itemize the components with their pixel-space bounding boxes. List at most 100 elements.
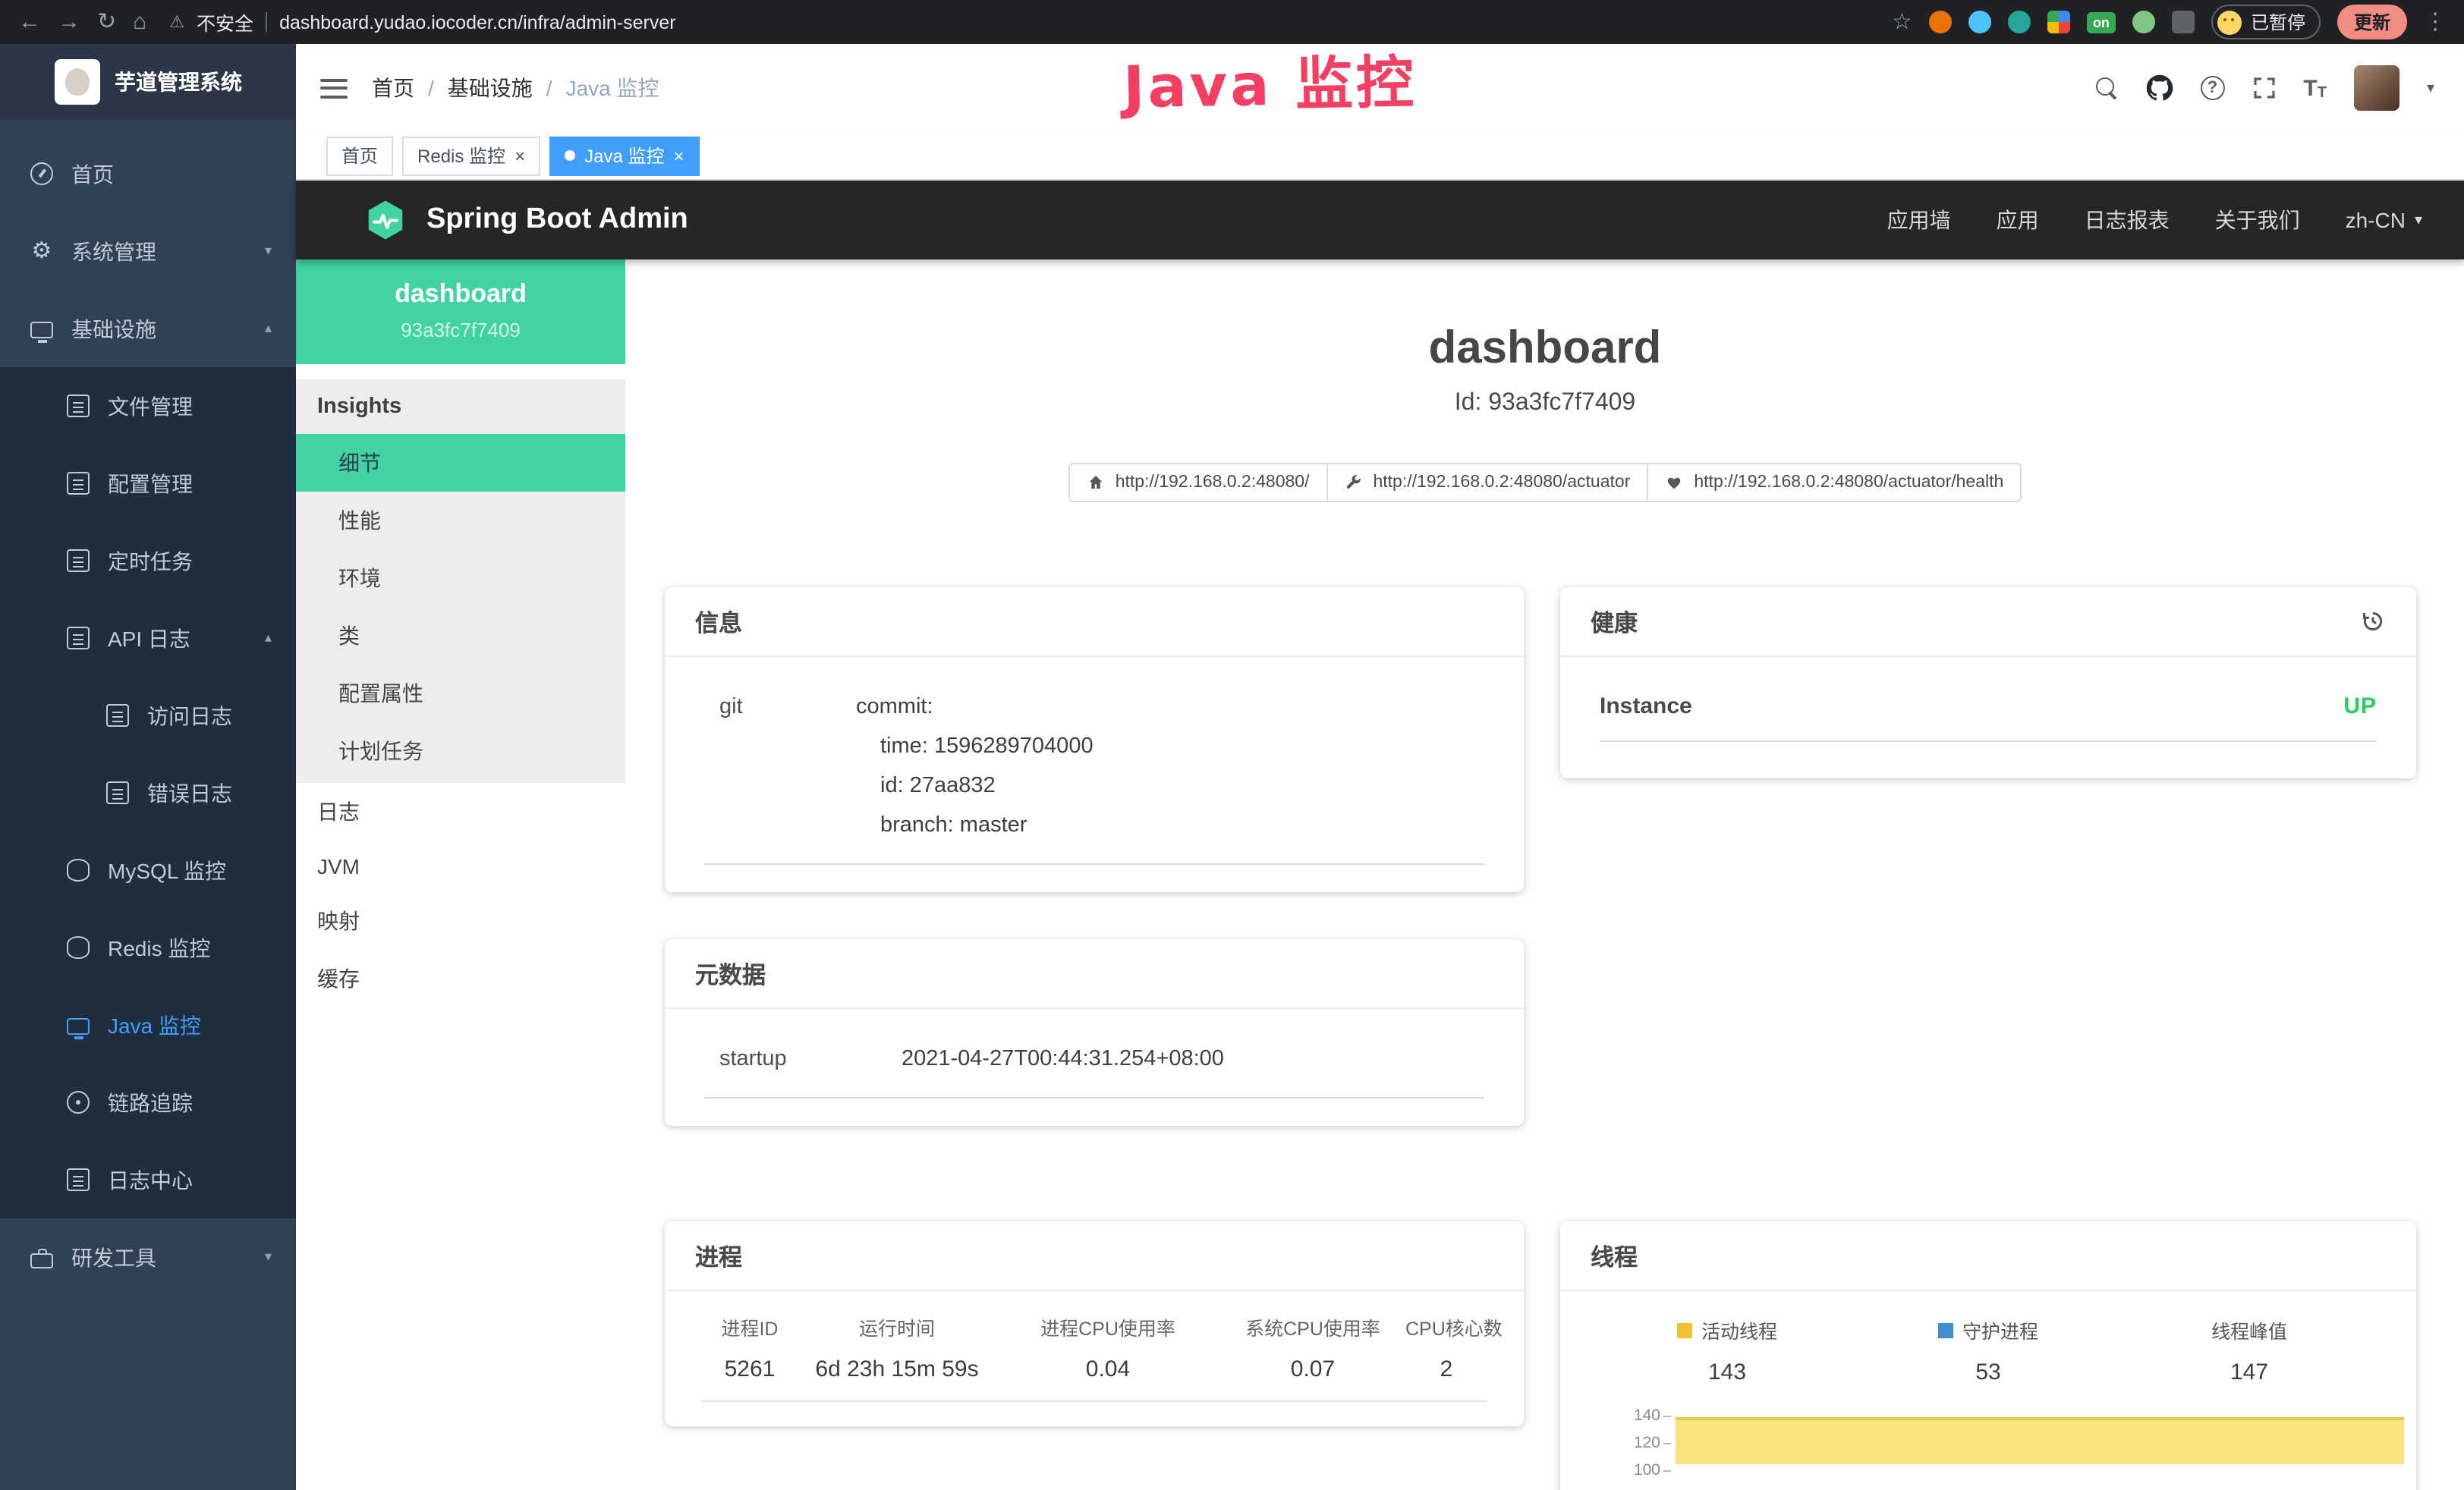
update-button[interactable]: 更新 xyxy=(2337,5,2407,39)
info-value: commit: time: 1596289704000 id: 27aa832 … xyxy=(856,687,1094,845)
tab-redis[interactable]: Redis 监控 × xyxy=(402,136,540,175)
breadcrumb-item[interactable]: 基础设施 xyxy=(448,73,533,103)
extension-icon[interactable] xyxy=(1968,11,1991,33)
close-icon[interactable]: × xyxy=(673,146,684,165)
link-actuator[interactable]: http://192.168.0.2:48080/actuator xyxy=(1326,463,1648,502)
extension-icon[interactable] xyxy=(2008,11,2031,33)
menu-item-file[interactable]: 文件管理 xyxy=(0,367,296,445)
legend-label: 活动线程 xyxy=(1701,1316,1777,1344)
sidebar-item-classes[interactable]: 类 xyxy=(296,607,625,665)
git-id-line: id: 27aa832 xyxy=(856,766,1094,806)
app-logo-row[interactable]: 芋道管理系统 xyxy=(0,44,296,120)
sidebar-item-environment[interactable]: 环境 xyxy=(296,549,625,607)
browser-chrome: ← → ↻ ⌂ ⚠ 不安全 dashboard.yudao.iocoder.cn… xyxy=(0,0,2464,44)
card-body: Instance UP xyxy=(1560,657,2416,778)
sidebar-item-logging[interactable]: 日志 xyxy=(296,783,625,841)
menu-item-access-log[interactable]: 访问日志 xyxy=(0,677,296,754)
menu-item-job[interactable]: 定时任务 xyxy=(0,522,296,599)
back-icon[interactable]: ← xyxy=(18,11,41,33)
sba-brand[interactable]: Spring Boot Admin xyxy=(426,203,688,237)
extension-icon[interactable] xyxy=(1929,11,1952,33)
nav-about[interactable]: 关于我们 xyxy=(2215,205,2300,235)
home-icon[interactable]: ⌂ xyxy=(133,11,146,33)
menu-item-system[interactable]: ⚙ 系统管理 ▾ xyxy=(0,212,296,290)
link-health[interactable]: http://192.168.0.2:48080/actuator/health xyxy=(1647,463,2022,502)
health-label: Instance xyxy=(1600,693,1692,719)
help-icon[interactable]: ? xyxy=(2200,76,2224,100)
github-icon[interactable] xyxy=(2145,74,2173,102)
search-icon[interactable] xyxy=(2095,77,2118,99)
tags-view: 首页 Redis 监控 × Java 监控 × xyxy=(296,132,2464,181)
extension-icon[interactable] xyxy=(2047,11,2070,33)
sba-logo-icon[interactable] xyxy=(363,197,408,243)
tab-home[interactable]: 首页 xyxy=(326,136,393,175)
menu-item-trace[interactable]: 链路追踪 xyxy=(0,1064,296,1141)
document-icon xyxy=(67,395,90,417)
info-key: git xyxy=(704,687,856,845)
avatar[interactable] xyxy=(2354,65,2399,111)
nav-wallboard[interactable]: 应用墙 xyxy=(1887,205,1951,235)
menu-item-api-log[interactable]: API 日志 ▴ xyxy=(0,599,296,677)
browser-menu-icon[interactable]: ⋮ xyxy=(2424,11,2447,33)
forward-icon[interactable]: → xyxy=(58,11,80,33)
extensions-puzzle-icon[interactable] xyxy=(2172,11,2195,33)
menu-item-error-log[interactable]: 错误日志 xyxy=(0,754,296,831)
document-icon xyxy=(67,1168,90,1191)
url-text[interactable]: dashboard.yudao.iocoder.cn/infra/admin-s… xyxy=(279,11,676,33)
security-label[interactable]: 不安全 xyxy=(197,8,253,36)
menu-item-mysql[interactable]: MySQL 监控 xyxy=(0,831,296,909)
instance-header[interactable]: dashboard 93a3fc7f7409 xyxy=(296,259,625,364)
document-icon xyxy=(67,549,90,572)
extension-icon[interactable] xyxy=(2132,11,2155,33)
cell-value: 5261 xyxy=(701,1356,798,1382)
profile-chip[interactable]: 已暂停 xyxy=(2211,5,2321,39)
menu-label: 系统管理 xyxy=(71,236,156,266)
menu-item-log-center[interactable]: 日志中心 xyxy=(0,1141,296,1218)
breadcrumb-separator: / xyxy=(428,76,434,100)
menu-item-dev[interactable]: 研发工具 ▾ xyxy=(0,1218,296,1296)
info-row: git commit: time: 1596289704000 id: 27aa… xyxy=(704,687,1484,865)
menu-label: API 日志 xyxy=(108,623,190,653)
sidebar-item-mappings[interactable]: 映射 xyxy=(296,892,625,950)
page-id: Id: 93a3fc7f7409 xyxy=(625,390,2464,417)
menu-item-config[interactable]: 配置管理 xyxy=(0,445,296,522)
menu-item-redis[interactable]: Redis 监控 xyxy=(0,909,296,986)
font-size-icon[interactable]: TT xyxy=(2303,75,2327,101)
chevron-up-icon: ▴ xyxy=(265,630,272,646)
metadata-key: startup xyxy=(704,1039,902,1079)
sidebar-item-config-props[interactable]: 配置属性 xyxy=(296,665,625,722)
extension-on-icon[interactable]: on xyxy=(2087,11,2116,33)
sidebar-item-performance[interactable]: 性能 xyxy=(296,492,625,549)
sidebar-item-scheduled-tasks[interactable]: 计划任务 xyxy=(296,722,625,780)
nav-journal[interactable]: 日志报表 xyxy=(2085,205,2170,235)
legend-swatch-blue xyxy=(1938,1322,1953,1338)
bookmark-star-icon[interactable]: ☆ xyxy=(1892,11,1912,33)
locale-label: zh-CN xyxy=(2346,208,2406,232)
close-icon[interactable]: × xyxy=(515,146,525,165)
locale-select[interactable]: zh-CN ▾ xyxy=(2346,208,2422,232)
warning-icon: ⚠ xyxy=(169,12,184,32)
hamburger-icon[interactable] xyxy=(320,78,348,98)
menu-item-home[interactable]: 首页 xyxy=(0,135,296,212)
link-root[interactable]: http://192.168.0.2:48080/ xyxy=(1068,463,1328,502)
avatar-caret-icon[interactable]: ▾ xyxy=(2427,80,2434,96)
tab-java[interactable]: Java 监控 × xyxy=(549,136,699,175)
address-bar[interactable]: ⚠ 不安全 dashboard.yudao.iocoder.cn/infra/a… xyxy=(169,8,1875,36)
reload-icon[interactable]: ↻ xyxy=(97,11,116,33)
fullscreen-icon[interactable] xyxy=(2252,76,2276,100)
nav-applications[interactable]: 应用 xyxy=(1997,205,2039,235)
sidebar-item-caches[interactable]: 缓存 xyxy=(296,950,625,1007)
card-body: startup 2021-04-27T00:44:31.254+08:00 xyxy=(665,1009,1524,1126)
sidebar-item-jvm[interactable]: JVM xyxy=(296,841,625,892)
breadcrumb-item[interactable]: 首页 xyxy=(372,73,414,103)
menu-item-java[interactable]: Java 监控 xyxy=(0,986,296,1064)
history-icon[interactable] xyxy=(2360,608,2386,634)
sidebar-item-details[interactable]: 细节 xyxy=(296,434,625,492)
monitor-icon xyxy=(67,1017,90,1034)
menu-item-infra[interactable]: 基础设施 ▴ xyxy=(0,290,296,367)
admin-sidebar: 芋道管理系统 首页 ⚙ 系统管理 ▾ 基础设施 ▴ xyxy=(0,44,296,1490)
card-header: 元数据 xyxy=(665,939,1524,1009)
git-time-line: time: 1596289704000 xyxy=(856,727,1094,766)
health-card: 健康 Instance UP xyxy=(1560,587,2416,778)
instance-id: 93a3fc7f7409 xyxy=(308,319,613,341)
